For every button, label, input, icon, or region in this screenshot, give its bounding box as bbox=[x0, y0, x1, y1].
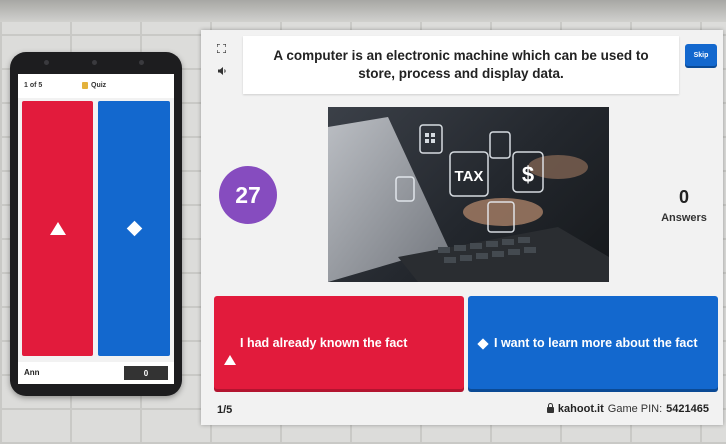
countdown-timer: 27 bbox=[219, 166, 277, 224]
player-name: Ann bbox=[24, 368, 40, 377]
answer-text: I want to learn more about the fact bbox=[494, 335, 698, 350]
triangle-icon bbox=[224, 338, 236, 365]
pin-label: Game PIN: bbox=[607, 403, 663, 415]
game-screen: A computer is an electronic machine whic… bbox=[201, 30, 723, 425]
fullscreen-icon[interactable] bbox=[216, 43, 227, 56]
question-image: TAX $ bbox=[328, 107, 609, 282]
quiz-label: Quiz bbox=[91, 82, 107, 89]
answers-label: Answers bbox=[661, 212, 707, 224]
answer-text: I had already known the fact bbox=[240, 335, 408, 350]
question-text: A computer is an electronic machine whic… bbox=[243, 36, 679, 94]
phone-answer-diamond-button[interactable] bbox=[98, 101, 170, 356]
phone-screen: 1 of 5 Quiz Ann 0 bbox=[18, 74, 174, 384]
site-name: kahoot.it bbox=[557, 403, 604, 415]
diamond-icon bbox=[477, 338, 489, 350]
phone-top-bezel bbox=[44, 58, 144, 66]
phone-footer: Ann 0 bbox=[18, 362, 174, 384]
skip-button[interactable]: Skip bbox=[685, 44, 717, 66]
question-counter: 1 of 5 bbox=[24, 82, 43, 89]
wall-shadow bbox=[0, 0, 726, 22]
sound-icon[interactable] bbox=[217, 66, 227, 79]
dollar-icon: $ bbox=[522, 162, 534, 187]
sensor-dot bbox=[139, 59, 144, 65]
answer-option-triangle[interactable]: I had already known the fact bbox=[214, 296, 464, 389]
smartphone: 1 of 5 Quiz Ann 0 bbox=[10, 52, 182, 396]
game-pin-info: kahoot.it Game PIN: 5421465 bbox=[546, 403, 709, 415]
lock-icon bbox=[546, 403, 554, 413]
sensor-dot bbox=[44, 59, 49, 65]
quiz-mode: Quiz bbox=[82, 82, 106, 89]
question-progress: 1/5 bbox=[217, 404, 233, 416]
answers-count: 0 bbox=[678, 187, 689, 207]
camera-icon bbox=[91, 59, 97, 65]
phone-answer-triangle-button[interactable] bbox=[22, 101, 93, 356]
diamond-icon bbox=[126, 220, 142, 237]
game-pin: 5421465 bbox=[666, 403, 709, 415]
quiz-icon bbox=[82, 82, 88, 89]
player-score: 0 bbox=[124, 366, 168, 380]
phone-header: 1 of 5 Quiz bbox=[18, 74, 174, 98]
triangle-icon bbox=[49, 222, 66, 235]
tax-icon: TAX bbox=[455, 168, 484, 185]
answer-option-diamond[interactable]: I want to learn more about the fact bbox=[468, 296, 718, 389]
